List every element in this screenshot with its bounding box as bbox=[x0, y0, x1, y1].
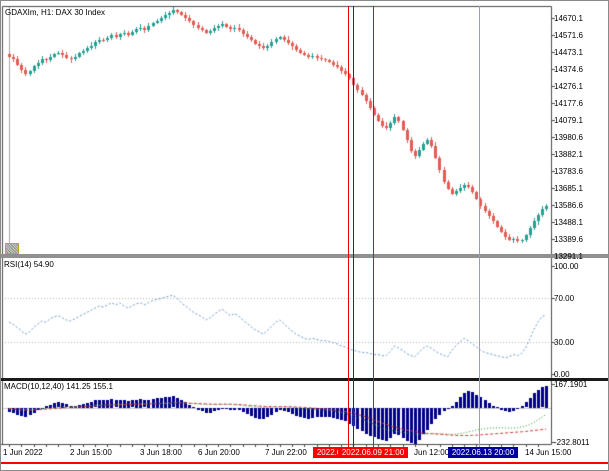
price-axis-label: 13586.6 bbox=[554, 201, 583, 210]
rsi-axis-label: 100.00 bbox=[554, 262, 578, 271]
vline-red-1[interactable] bbox=[348, 6, 349, 447]
time-axis-label: 14 Jun 15:00 bbox=[525, 448, 571, 457]
price-axis-label: 13783.6 bbox=[554, 167, 583, 176]
vline-red-2[interactable] bbox=[373, 6, 374, 447]
price-axis-label: 13685.1 bbox=[554, 184, 583, 193]
price-axis-label: 14374.6 bbox=[554, 65, 583, 74]
chart-canvas[interactable] bbox=[1, 1, 609, 471]
price-axis-label: 14177.6 bbox=[554, 99, 583, 108]
rsi-axis-label: 70.00 bbox=[554, 294, 574, 303]
rsi-axis-label: 0.00 bbox=[554, 370, 570, 379]
price-axis-label: 13882.1 bbox=[554, 150, 583, 159]
price-axis-label: 13389.6 bbox=[554, 235, 583, 244]
pane-divider-rsi[interactable] bbox=[1, 254, 609, 258]
time-axis-label: 3 Jun 18:00 bbox=[140, 448, 182, 457]
price-axis-label: 14670.1 bbox=[554, 14, 583, 23]
macd-axis-max-label: 167.1901 bbox=[554, 380, 587, 389]
price-axis-label: 14473.1 bbox=[554, 48, 583, 57]
chart-object-icon[interactable] bbox=[5, 243, 19, 254]
bottom-red-line bbox=[1, 462, 609, 464]
price-axis-label: 13291.1 bbox=[554, 252, 583, 261]
time-axis-label: Jun 12:00 bbox=[414, 448, 449, 457]
time-axis-label: 2 Jun 15:00 bbox=[70, 448, 112, 457]
price-axis-label: 14276.1 bbox=[554, 82, 583, 91]
price-axis-label: 13488.1 bbox=[554, 218, 583, 227]
time-axis-label: 1 Jun 2022 bbox=[3, 448, 43, 457]
time-axis-label: 6 Jun 20:00 bbox=[198, 448, 240, 457]
time-axis-flag[interactable]: 2022.06.09 21:00 bbox=[338, 447, 408, 458]
macd-indicator-label: MACD(10,12,40) 141.25 155.1 bbox=[4, 382, 113, 391]
pane-divider-macd[interactable] bbox=[1, 378, 609, 381]
time-axis-flag[interactable]: 2022.06.13 20:00 bbox=[448, 447, 518, 458]
rsi-indicator-label: RSI(14) 54.90 bbox=[4, 260, 54, 269]
price-axis-label: 14079.1 bbox=[554, 116, 583, 125]
price-axis-label: 13980.6 bbox=[554, 133, 583, 142]
vline-periwinkle[interactable] bbox=[479, 6, 480, 447]
vline-navy[interactable] bbox=[353, 6, 354, 447]
chart-title: GDAXIm, H1: DAX 30 Index bbox=[5, 8, 105, 17]
price-axis-label: 14571.6 bbox=[554, 31, 583, 40]
macd-axis-min-label: -232.8011 bbox=[554, 438, 589, 447]
time-axis-label: 7 Jun 22:00 bbox=[265, 448, 307, 457]
rsi-axis-label: 30.00 bbox=[554, 338, 574, 347]
trading-chart-window: GDAXIm, H1: DAX 30 Index RSI(14) 54.90 M… bbox=[0, 0, 609, 471]
